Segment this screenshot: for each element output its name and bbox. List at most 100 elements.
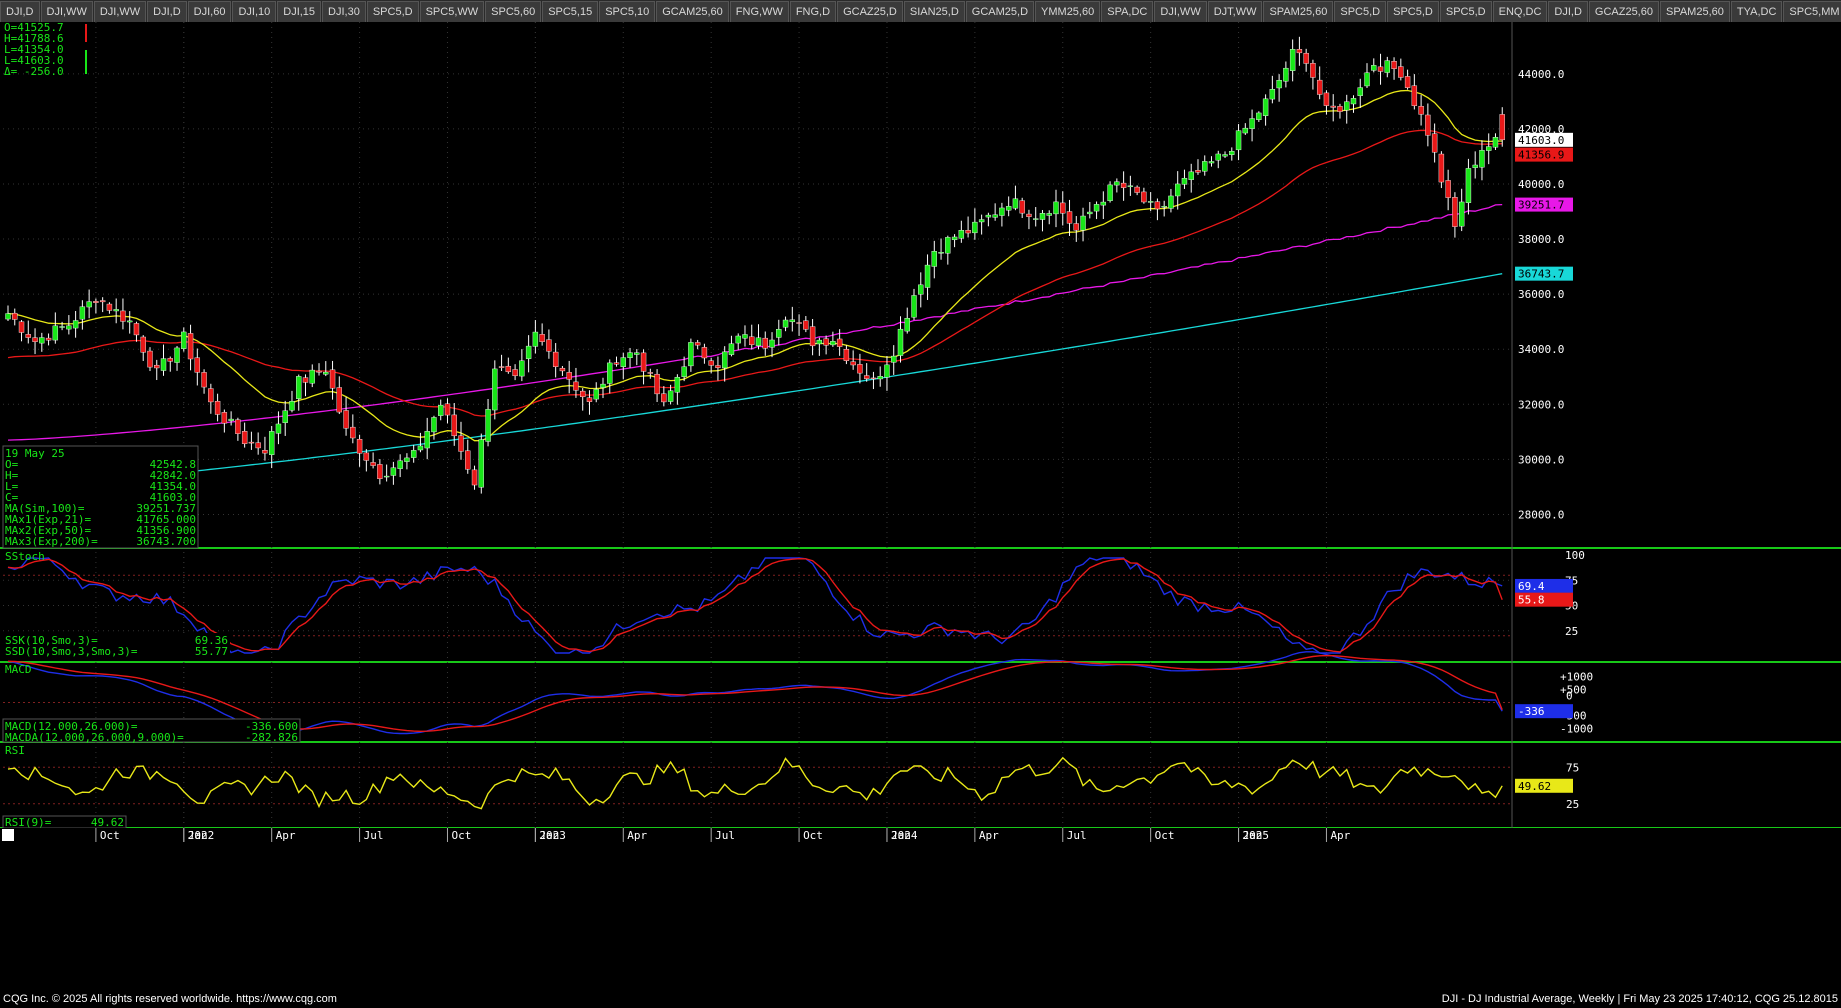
candle-body <box>1269 89 1276 100</box>
candle-body <box>789 319 796 323</box>
candle-body <box>167 358 173 362</box>
candle-body <box>897 328 904 356</box>
candle-body <box>1256 112 1262 120</box>
candle-body <box>863 375 870 379</box>
candle-body <box>1316 79 1323 95</box>
candle-body <box>93 301 99 303</box>
candle-body <box>1100 201 1107 206</box>
candle-body <box>701 347 708 359</box>
candle-body <box>154 364 160 369</box>
candle-body <box>1310 62 1316 78</box>
chart-tab[interactable]: SPC5,WW <box>419 1 485 22</box>
chart-tab[interactable]: GCAZ25,D <box>837 1 903 22</box>
candle-body <box>505 365 512 373</box>
chart-tab[interactable]: DJI,10 <box>232 1 277 22</box>
candle-body <box>661 393 667 403</box>
candle-body <box>884 364 890 378</box>
candle-body <box>410 450 417 458</box>
chart-tab[interactable]: DJI,60 <box>187 1 232 22</box>
chart-tab[interactable]: DJI,D <box>147 1 187 22</box>
candle-body <box>580 390 586 398</box>
candle-body <box>228 418 234 421</box>
chart-tab[interactable]: GCAZ25,60 <box>1588 1 1659 22</box>
chart-tab[interactable]: DJI,D <box>1548 1 1588 22</box>
chart-tab[interactable]: DJI,D <box>0 1 40 22</box>
candle-body <box>1229 151 1235 155</box>
candle-body <box>39 337 45 344</box>
chart-tab[interactable]: SPAM25,60 <box>1263 1 1334 22</box>
chart-tab[interactable]: SPC5,D <box>366 1 419 22</box>
candle-body <box>735 335 741 344</box>
chart-tab[interactable]: DJI,15 <box>277 1 322 22</box>
candle-body <box>1323 92 1330 106</box>
candle-body <box>654 373 660 395</box>
y-tick-label: 32000.0 <box>1518 398 1564 411</box>
macd-tick: 0 <box>1566 690 1573 703</box>
candle-body <box>1242 127 1249 134</box>
candle-body <box>816 339 823 345</box>
candle-body <box>769 339 775 348</box>
candle-body <box>613 362 620 365</box>
chart-tab[interactable]: DJI,30 <box>322 1 366 22</box>
chart-tab[interactable]: DJT,WW <box>1207 1 1263 22</box>
candle-body <box>1060 202 1066 214</box>
candle-body <box>106 303 113 311</box>
candle-body <box>978 219 985 223</box>
candle-body <box>438 404 444 416</box>
x-tick-label: Jul <box>1067 829 1087 842</box>
status-footer: CQG Inc. © 2025 All rights reserved worl… <box>0 992 1841 1008</box>
candle-body <box>1235 130 1242 151</box>
candle-body <box>1134 186 1140 193</box>
candle-body <box>1418 105 1424 115</box>
candle-body <box>1452 197 1458 227</box>
chart-tab[interactable]: SPC5,60 <box>485 1 542 22</box>
candle-body <box>1154 201 1161 210</box>
chart-tab[interactable]: YMM25,60 <box>1035 1 1101 22</box>
chart-tab[interactable]: FNG,WW <box>729 1 789 22</box>
chart-tab[interactable]: SPC5,D <box>1439 1 1492 22</box>
chart-tab[interactable]: SPC5,10 <box>599 1 656 22</box>
chart-tab[interactable]: FNG,D <box>789 1 837 22</box>
candle-body <box>708 360 714 366</box>
chart-tab[interactable]: SPC5,15 <box>542 1 599 22</box>
stoch-k-label: 69.4 <box>1518 580 1545 593</box>
chart-tab[interactable]: TYA,DC <box>1730 1 1783 22</box>
chart-tab[interactable]: SPC5,D <box>1387 1 1439 22</box>
candle-body <box>18 321 25 333</box>
candle-body <box>1492 137 1499 148</box>
copyright-text: CQG Inc. © 2025 All rights reserved worl… <box>3 993 337 1005</box>
candle-body <box>904 317 910 332</box>
chart-tab[interactable]: GCAM25,D <box>965 1 1035 22</box>
candle-body <box>985 214 992 218</box>
candle-body <box>1073 223 1079 231</box>
stoch-key: SSD(10,Smo,3,Smo,3)= <box>5 645 138 658</box>
candle-body <box>72 320 79 329</box>
chart-tab[interactable]: GCAM25,60 <box>656 1 729 22</box>
chart-tab[interactable]: SPC5,MM <box>1783 1 1841 22</box>
candle-body <box>370 462 376 466</box>
chart-tab[interactable]: SIAN25,D <box>903 1 965 22</box>
candle-body <box>1033 218 1039 220</box>
candle-body <box>268 431 275 455</box>
chart-tab[interactable]: SPC5,D <box>1334 1 1387 22</box>
chart-tab[interactable]: SPA,DC <box>1101 1 1154 22</box>
chart-tab[interactable]: SPAM25,60 <box>1659 1 1730 22</box>
scroll-handle[interactable] <box>2 829 14 841</box>
candle-body <box>214 401 221 415</box>
candle-body <box>1371 65 1377 71</box>
candle-body <box>539 334 545 342</box>
candle-body <box>1249 118 1255 129</box>
chart-canvas[interactable]: 44000.042000.040000.038000.036000.034000… <box>0 22 1841 992</box>
candle-body <box>1215 153 1221 161</box>
candle-body <box>992 214 998 218</box>
candle-body <box>201 372 207 388</box>
chart-tab[interactable]: DJI,WW <box>40 1 93 22</box>
rsi-key: RSI(9)= <box>5 816 52 829</box>
chart-tab[interactable]: DJI,WW <box>93 1 147 22</box>
candle-body <box>1404 76 1411 88</box>
x-tick-label: Jan <box>539 829 559 842</box>
chart-tab[interactable]: DJI,WW <box>1154 1 1207 22</box>
chart-tab[interactable]: ENQ,DC <box>1492 1 1548 22</box>
candle-body <box>140 336 146 353</box>
candle-body <box>796 322 802 324</box>
